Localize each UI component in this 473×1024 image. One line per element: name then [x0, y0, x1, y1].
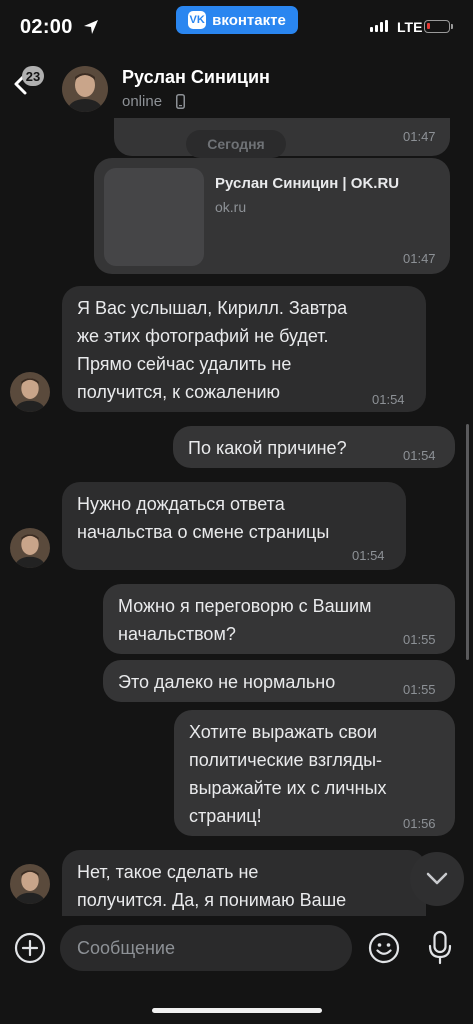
scrollbar[interactable]: [466, 424, 469, 660]
avatar[interactable]: [10, 372, 50, 412]
unread-badge: 23: [22, 66, 44, 86]
contact-name[interactable]: Руслан Синицин: [122, 67, 270, 88]
emoji-icon[interactable]: [368, 932, 400, 964]
chevron-down-icon: [426, 872, 448, 885]
message-text: Это далеко не нормально: [118, 672, 336, 692]
message-time: 01:47: [403, 251, 436, 266]
app-pill-label: вконтакте: [212, 11, 286, 29]
avatar[interactable]: [62, 66, 108, 112]
message-time: 01:54: [403, 448, 436, 463]
message-time: 01:55: [403, 682, 436, 697]
message-text: Хотите выражать свои политические взгляд…: [189, 722, 387, 826]
message-text: Я Вас услышал, Кирилл. Завтра же этих фо…: [77, 298, 348, 402]
battery-tip: [451, 24, 453, 29]
message-time: 01:47: [403, 129, 436, 144]
avatar-photo: [10, 864, 50, 904]
message-input[interactable]: [60, 925, 352, 971]
attach-plus-icon[interactable]: [14, 932, 46, 964]
message-time: 01:54: [352, 548, 385, 563]
avatar[interactable]: [10, 528, 50, 568]
status-time: 02:00: [20, 16, 73, 38]
date-divider: Сегодня: [186, 130, 286, 158]
message-time: 01:56: [403, 816, 436, 831]
message-time: 01:55: [403, 632, 436, 647]
signal-icon: [370, 20, 388, 32]
battery-icon: [424, 20, 450, 33]
link-thumbnail[interactable]: [104, 168, 204, 266]
link-title[interactable]: Руслан Синицин | OK.RU: [215, 175, 399, 192]
contact-status: online: [122, 93, 163, 110]
avatar-photo: [10, 528, 50, 568]
home-indicator: [152, 1008, 322, 1013]
vk-logo-icon: VK: [188, 11, 207, 29]
message-text: Нужно дождаться ответа начальства о смен…: [77, 494, 330, 542]
message-text: Можно я переговорю с Вашим начальством?: [118, 596, 372, 644]
location-arrow-icon: [84, 20, 98, 34]
avatar-photo: [10, 372, 50, 412]
message-list[interactable]: 01:47 Сегодня Руслан Синицин | OK.RU ok.…: [0, 118, 473, 916]
message-text: По какой причине?: [188, 438, 347, 458]
message-text: Нет, такое сделать не получится. Да, я п…: [77, 862, 347, 910]
phone-icon: [176, 94, 185, 109]
app-return-pill[interactable]: VK вконтакте: [176, 6, 298, 34]
network-type: LTE: [397, 19, 423, 35]
avatar[interactable]: [10, 864, 50, 904]
message-time: 01:54: [372, 392, 405, 407]
avatar-photo: [62, 66, 108, 112]
link-domain: ok.ru: [215, 199, 247, 215]
scroll-to-bottom-button[interactable]: [410, 852, 464, 906]
microphone-icon[interactable]: [424, 930, 456, 966]
